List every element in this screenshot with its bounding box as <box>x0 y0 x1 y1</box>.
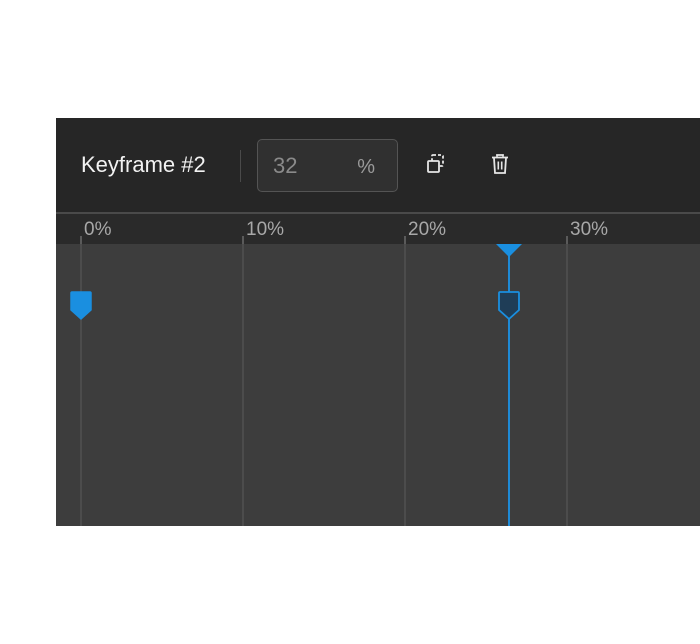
ruler-tick-mark <box>566 236 568 244</box>
duplicate-icon <box>427 154 444 173</box>
percent-unit-label: % <box>357 156 375 178</box>
keyframe-title: Keyframe #2 <box>81 152 206 177</box>
timeline-gridline <box>80 244 82 526</box>
timeline-gridline <box>242 244 244 526</box>
keyframe-percent-field[interactable]: % <box>257 139 398 192</box>
keyframe-percent-input[interactable] <box>258 140 348 191</box>
ruler-tick-mark <box>404 236 406 244</box>
timeline-gridline <box>404 244 406 526</box>
timeline-gridline <box>566 244 568 526</box>
delete-keyframe-button[interactable] <box>488 150 512 178</box>
ruler-tick-mark <box>80 236 82 244</box>
keyframe-editor-panel: Keyframe #2 % 0% <box>56 118 700 526</box>
keyframe-toolbar: Keyframe #2 % <box>56 118 700 212</box>
timeline-ruler[interactable]: 0% 10% 20% 30% <box>56 212 700 244</box>
duplicate-keyframe-button[interactable] <box>424 150 448 178</box>
keyframe-marker-2-selected[interactable] <box>498 291 520 321</box>
ruler-tick-mark <box>242 236 244 244</box>
toolbar-separator <box>240 150 241 182</box>
ruler-tick-label: 0% <box>84 219 112 240</box>
ruler-tick-label: 10% <box>246 219 285 240</box>
playhead-line[interactable] <box>508 244 510 526</box>
ruler-tick-label: 30% <box>570 219 609 240</box>
playhead-triangle-icon[interactable] <box>495 244 523 258</box>
trash-icon <box>492 154 508 174</box>
ruler-tick-label: 20% <box>408 219 447 240</box>
keyframe-marker-1[interactable] <box>70 291 92 321</box>
